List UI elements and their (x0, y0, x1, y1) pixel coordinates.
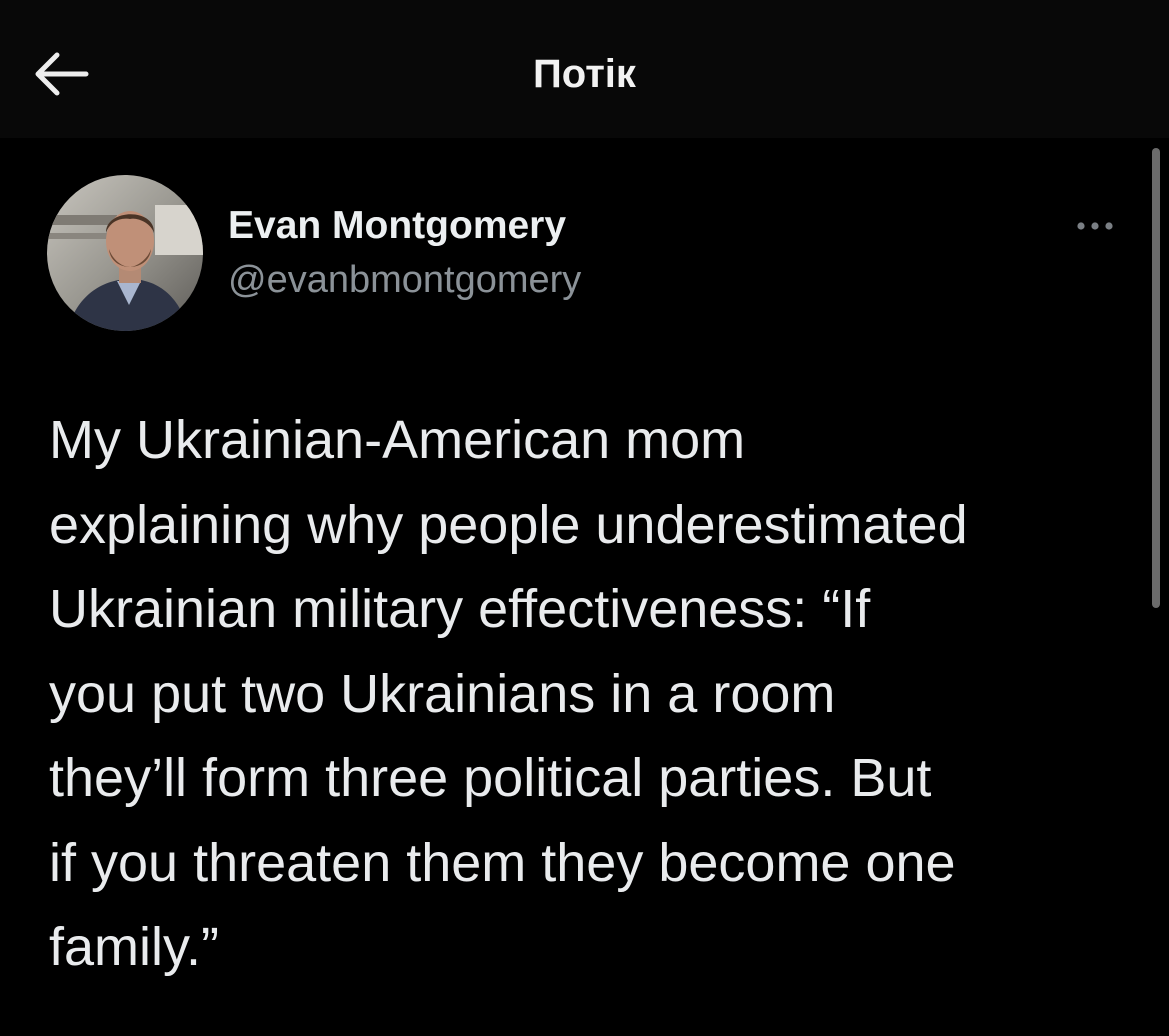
profile-photo (47, 175, 203, 331)
more-horizontal-icon (1077, 222, 1113, 230)
author-handle[interactable]: @evanbmontgomery (228, 256, 581, 304)
scrollbar[interactable] (1152, 148, 1160, 608)
more-options-button[interactable] (1068, 208, 1122, 244)
avatar[interactable] (47, 175, 203, 331)
top-bar: Потік (0, 0, 1169, 138)
tweet-text: My Ukrainian-American mom explaining why… (49, 410, 968, 977)
page-title: Потік (533, 52, 636, 96)
author-name[interactable]: Evan Montgomery (228, 202, 566, 250)
